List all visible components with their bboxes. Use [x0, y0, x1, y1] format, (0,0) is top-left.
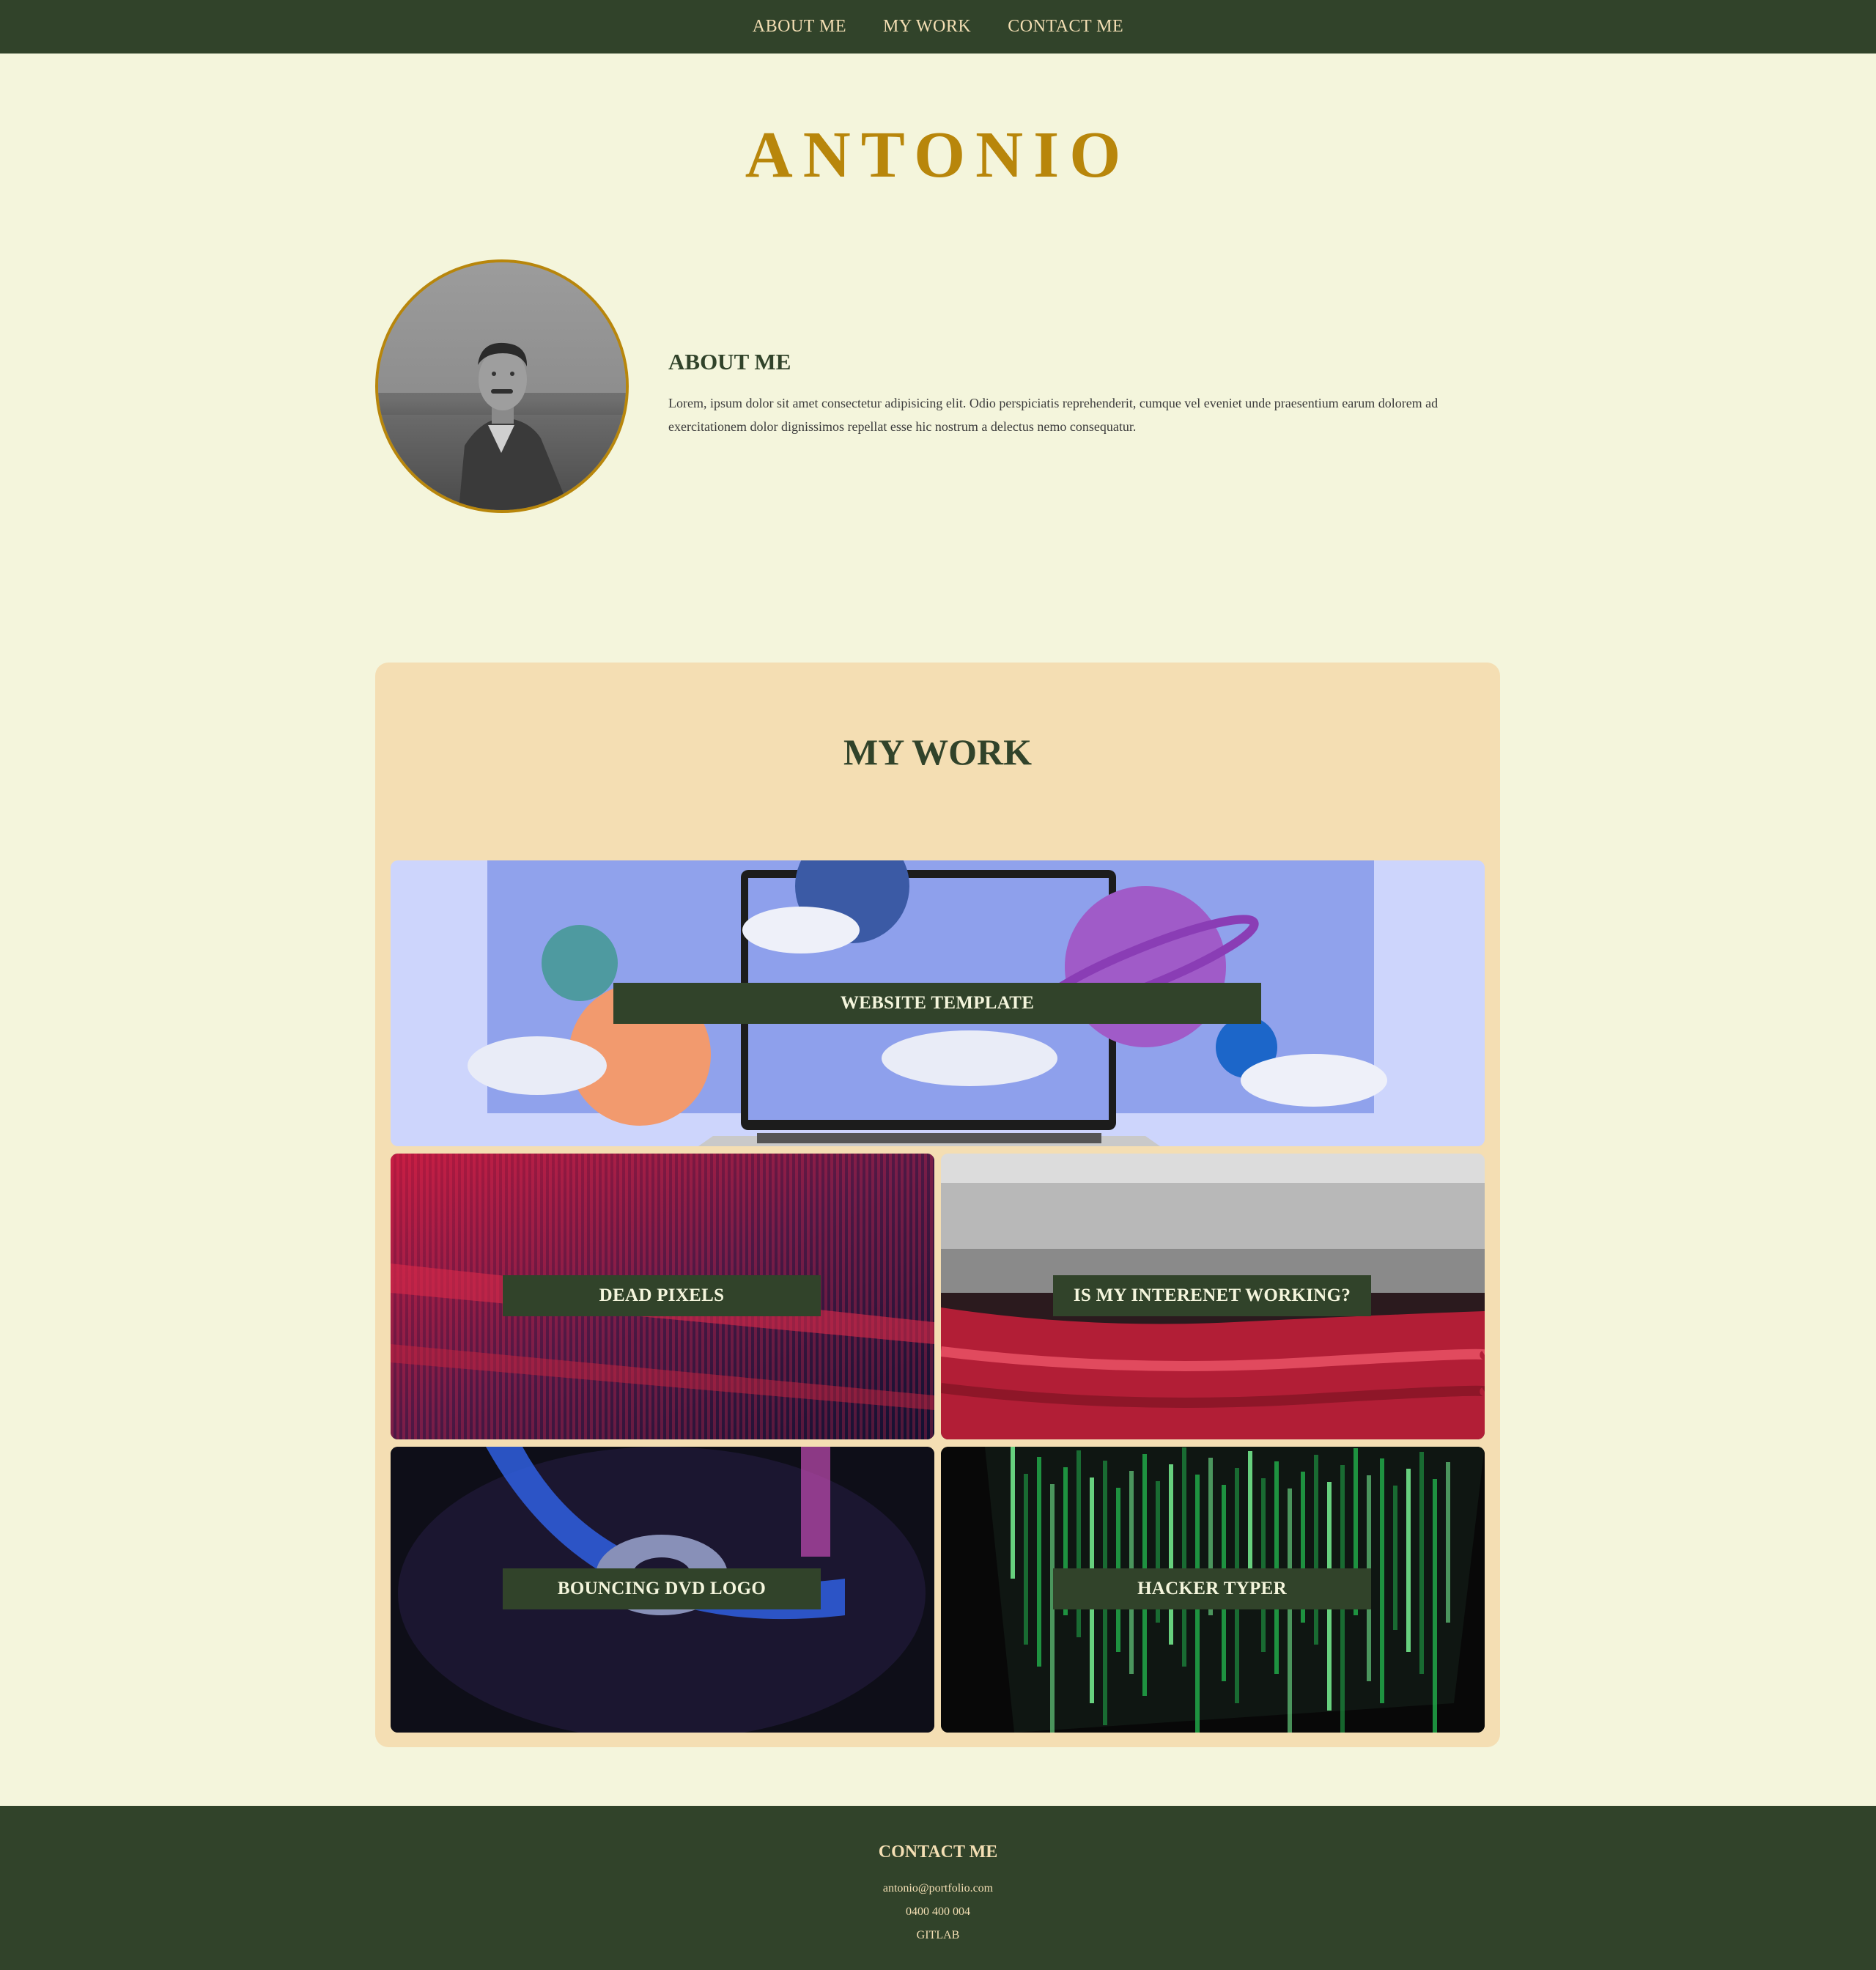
project-label-dead-pixels: DEAD PIXELS [503, 1275, 821, 1316]
avatar [375, 259, 629, 513]
nav-my-work[interactable]: MY WORK [883, 17, 971, 37]
footer: CONTACT ME antonio@portfolio.com 0400 40… [0, 1806, 1876, 1970]
about-heading: ABOUT ME [668, 349, 791, 375]
project-card-dead-pixels[interactable]: DEAD PIXELS [391, 1154, 934, 1439]
project-card-bouncing-dvd[interactable]: BOUNCING DVD LOGO [391, 1447, 934, 1733]
about-text: Lorem, ipsum dolor sit amet consectetur … [668, 396, 1439, 434]
footer-phone-link[interactable]: 0400 400 004 [0, 1906, 1876, 1919]
site-title: ANTONIO [745, 119, 1131, 191]
work-section: MY WORK WEBSITE TEMPLATE DEAD PIXELS IS … [375, 663, 1500, 1747]
project-label-bouncing-dvd: BOUNCING DVD LOGO [503, 1568, 821, 1609]
project-card-internet-working[interactable]: IS MY INTERENET WORKING? [941, 1154, 1485, 1439]
project-card-website-template[interactable]: WEBSITE TEMPLATE [391, 860, 1485, 1146]
work-heading: MY WORK [843, 731, 1032, 772]
nav-contact-me[interactable]: CONTACT ME [1008, 17, 1123, 37]
footer-email-link[interactable]: antonio@portfolio.com [0, 1882, 1876, 1895]
top-nav: ABOUT ME MY WORK CONTACT ME [0, 0, 1876, 54]
project-label-website-template: WEBSITE TEMPLATE [613, 983, 1261, 1024]
footer-gitlab-link[interactable]: GITLAB [0, 1929, 1876, 1942]
project-label-internet-working: IS MY INTERENET WORKING? [1053, 1275, 1371, 1316]
project-card-hacker-typer[interactable]: HACKER TYPER [941, 1447, 1485, 1733]
footer-heading: CONTACT ME [878, 1842, 998, 1862]
project-label-hacker-typer: HACKER TYPER [1053, 1568, 1371, 1609]
nav-about-me[interactable]: ABOUT ME [753, 17, 846, 37]
